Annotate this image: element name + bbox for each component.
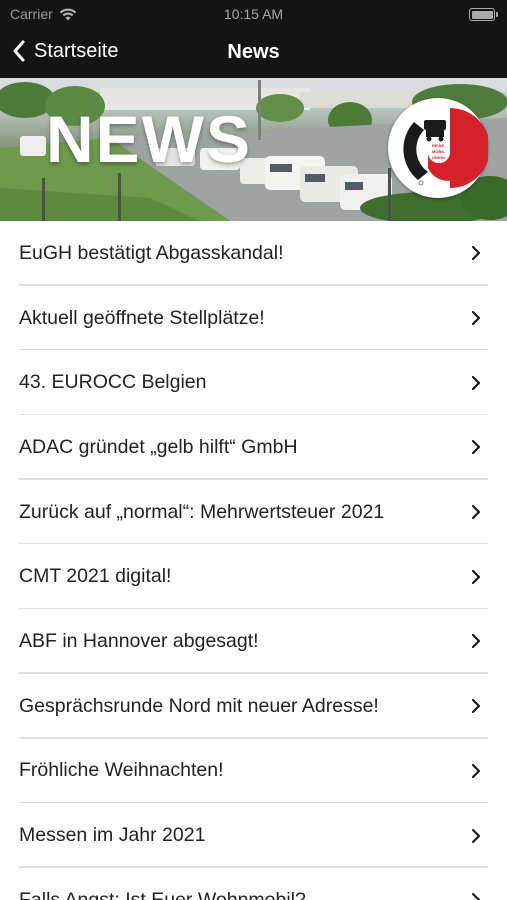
- back-button[interactable]: Startseite: [12, 39, 118, 63]
- chevron-right-icon: [471, 893, 481, 900]
- chevron-right-icon: [471, 246, 481, 261]
- logo-text-3: UNION: [432, 155, 445, 160]
- chevron-right-icon: [471, 569, 481, 584]
- news-list-item[interactable]: Fröhliche Weihnachten!: [0, 739, 507, 804]
- news-list-item[interactable]: CMT 2021 digital!: [0, 544, 507, 609]
- navigation-bar: Startseite News: [0, 30, 507, 78]
- news-item-title: 43. EUROCC Belgien: [19, 371, 207, 394]
- battery-icon: [469, 8, 498, 21]
- news-item-title: Fröhliche Weihnachten!: [19, 759, 224, 782]
- news-list-item[interactable]: 43. EUROCC Belgien: [0, 350, 507, 415]
- news-item-title: ABF in Hannover abgesagt!: [19, 629, 259, 652]
- chevron-right-icon: [471, 828, 481, 843]
- logo-text-1: REISE: [432, 143, 444, 148]
- chevron-right-icon: [471, 310, 481, 326]
- chevron-right-icon: [471, 634, 481, 649]
- chevron-right-icon: [471, 375, 481, 390]
- news-list-item[interactable]: Zurück auf „normal“: Mehrwertsteuer 2021: [0, 480, 507, 545]
- news-item-title: EuGH bestätigt Abgasskandal!: [19, 241, 284, 264]
- news-list-item[interactable]: ABF in Hannover abgesagt!: [0, 609, 507, 674]
- chevron-right-icon: [471, 763, 481, 778]
- news-list-item[interactable]: ADAC gründet „gelb hilft“ GmbH: [0, 415, 507, 480]
- chevron-right-icon: [471, 440, 481, 455]
- news-list-item[interactable]: Gesprächsrunde Nord mit neuer Adresse!: [0, 674, 507, 739]
- reisemobil-union-logo: REISE MOBIL UNION: [388, 98, 488, 198]
- news-list-item[interactable]: Messen im Jahr 2021: [0, 803, 507, 868]
- news-list: EuGH bestätigt Abgasskandal! Aktuell geöf…: [0, 221, 507, 900]
- banner-title: NEWS: [46, 102, 252, 176]
- news-item-title: ADAC gründet „gelb hilft“ GmbH: [19, 435, 298, 458]
- back-button-label: Startseite: [34, 39, 119, 62]
- chevron-left-icon: [13, 40, 25, 62]
- news-banner: NEWS REISE MOBIL UNION: [0, 78, 507, 221]
- news-list-item[interactable]: EuGH bestätigt Abgasskandal!: [0, 221, 507, 286]
- news-item-title: CMT 2021 digital!: [19, 565, 172, 588]
- logo-text-2: MOBIL: [432, 149, 445, 154]
- news-item-title: Falls Angst: Ist Euer Wohnmobil?: [19, 888, 306, 900]
- news-item-title: Zurück auf „normal“: Mehrwertsteuer 2021: [19, 500, 385, 523]
- chevron-right-icon: [471, 504, 481, 520]
- news-list-item[interactable]: Falls Angst: Ist Euer Wohnmobil?: [0, 868, 507, 900]
- clock: 10:15 AM: [223, 6, 284, 22]
- news-item-title: Aktuell geöffnete Stellplätze!: [19, 306, 265, 329]
- news-item-title: Messen im Jahr 2021: [19, 824, 206, 847]
- news-item-title: Gesprächsrunde Nord mit neuer Adresse!: [19, 694, 379, 717]
- status-bar: Carrier 10:15 AM: [0, 0, 507, 30]
- chevron-right-icon: [471, 699, 481, 714]
- news-list-item[interactable]: Aktuell geöffnete Stellplätze!: [0, 286, 507, 351]
